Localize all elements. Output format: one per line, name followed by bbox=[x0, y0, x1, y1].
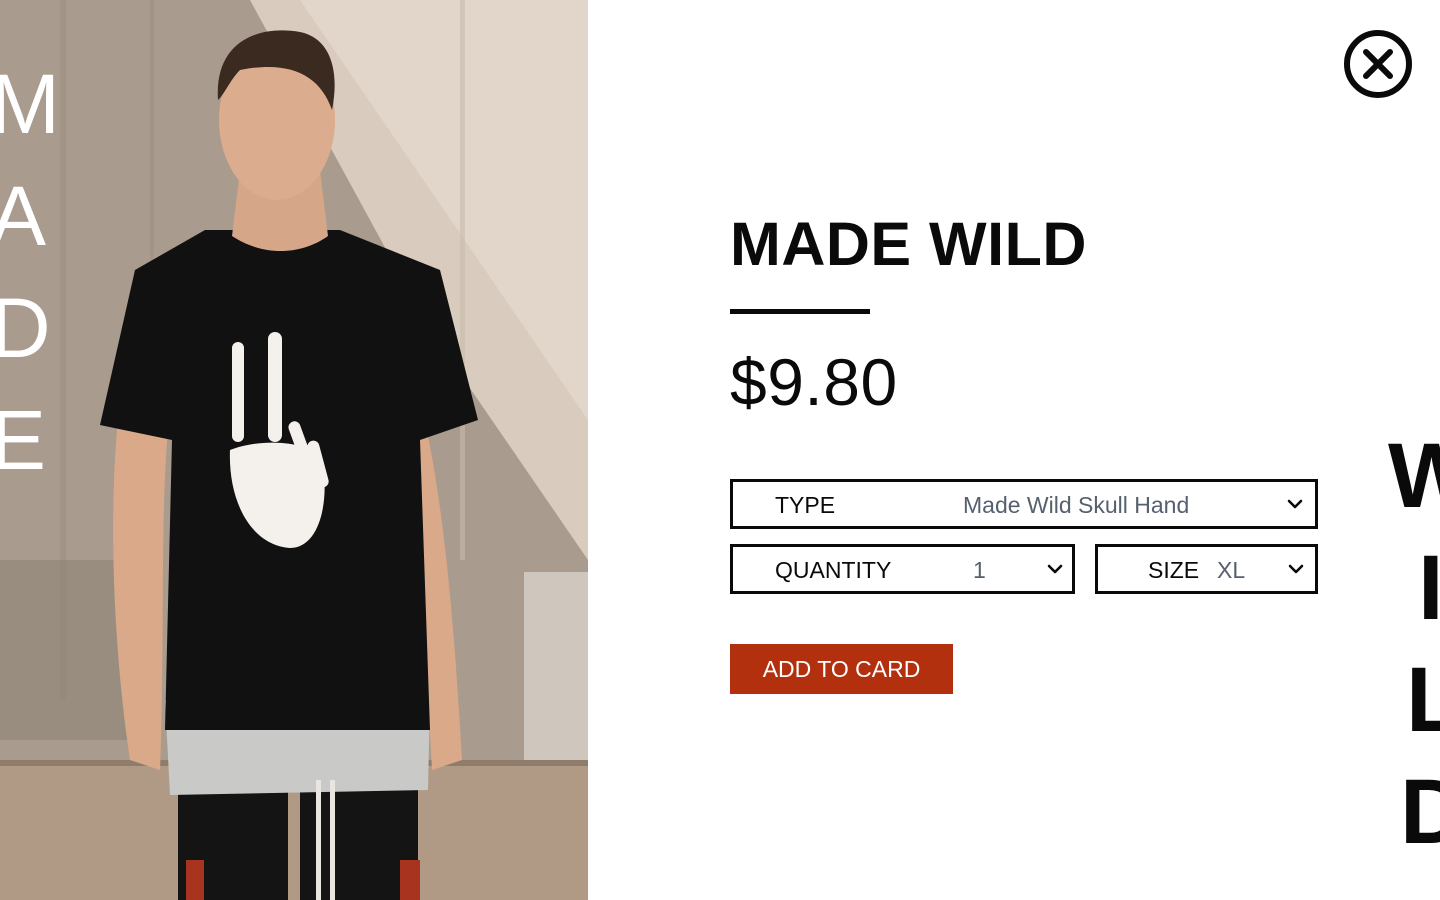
side-letter: L bbox=[1406, 649, 1440, 751]
brand-vertical-word: M A D E bbox=[0, 48, 60, 496]
product-price: $9.80 bbox=[730, 345, 898, 419]
type-select[interactable]: TYPE Made Wild Skull Hand bbox=[730, 479, 1318, 529]
side-letter: I bbox=[1418, 537, 1440, 639]
close-circle-icon bbox=[1344, 30, 1412, 98]
brand-letter: A bbox=[0, 169, 47, 263]
quantity-label: QUANTITY bbox=[775, 557, 892, 583]
chevron-down-icon bbox=[1046, 562, 1064, 576]
type-value: Made Wild Skull Hand bbox=[963, 492, 1190, 518]
side-letter: W bbox=[1388, 425, 1440, 527]
side-vertical-word: W I L D bbox=[1388, 420, 1440, 900]
chevron-down-icon bbox=[1287, 562, 1305, 576]
size-value: XL bbox=[1217, 557, 1246, 583]
title-divider bbox=[730, 309, 870, 314]
brand-letter: M bbox=[0, 57, 60, 151]
side-letter: D bbox=[1400, 761, 1440, 863]
type-label: TYPE bbox=[775, 492, 836, 518]
add-to-cart-button[interactable]: ADD TO CARD bbox=[730, 644, 953, 694]
chevron-down-icon bbox=[1286, 497, 1304, 511]
close-button[interactable] bbox=[1342, 28, 1414, 100]
product-photo: M A D E bbox=[0, 0, 588, 900]
brand-letter: D bbox=[0, 281, 51, 375]
size-select[interactable]: SIZE XL bbox=[1095, 544, 1318, 594]
quantity-value: 1 bbox=[973, 557, 986, 583]
quantity-select[interactable]: QUANTITY 1 bbox=[730, 544, 1075, 594]
product-title: MADE WILD bbox=[730, 210, 1087, 278]
model-photo bbox=[0, 0, 588, 900]
brand-letter: E bbox=[0, 393, 47, 487]
size-label: SIZE bbox=[1148, 557, 1200, 583]
